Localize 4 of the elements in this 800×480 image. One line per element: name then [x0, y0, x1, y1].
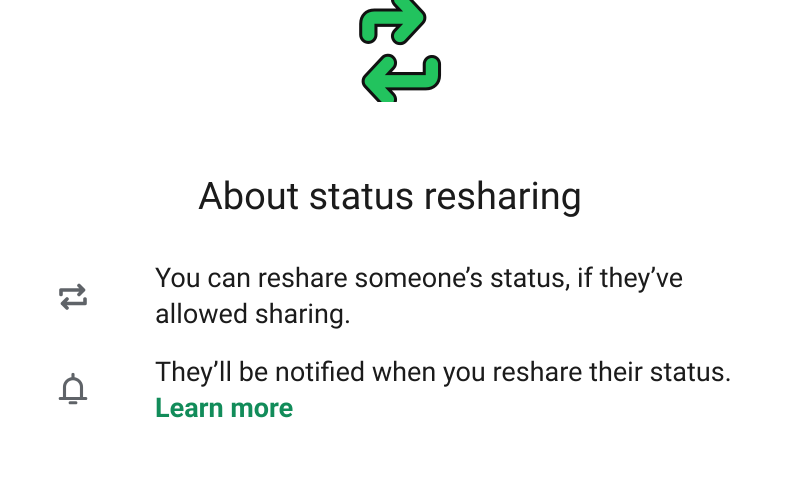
dialog-title: About status resharing	[198, 174, 582, 220]
learn-more-link[interactable]: Learn more	[155, 392, 294, 424]
info-text: You can reshare someone’s status, if they’ve allowed sharing.	[155, 261, 684, 332]
info-text: They’ll be notified when you reshare their status. Learn more	[155, 355, 733, 426]
